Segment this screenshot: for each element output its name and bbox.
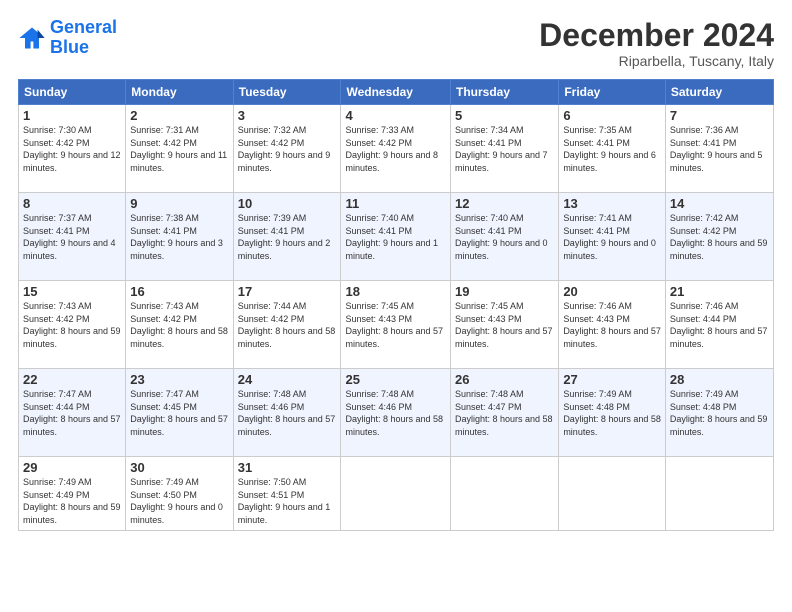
logo-blue: Blue bbox=[50, 37, 89, 57]
day-30: 30 Sunrise: 7:49 AMSunset: 4:50 PMDaylig… bbox=[126, 457, 233, 530]
week-1: 1 Sunrise: 7:30 AMSunset: 4:42 PMDayligh… bbox=[19, 105, 774, 193]
empty-2 bbox=[451, 457, 559, 530]
empty-1 bbox=[341, 457, 451, 530]
day-7: 7 Sunrise: 7:36 AMSunset: 4:41 PMDayligh… bbox=[665, 105, 773, 193]
day-23: 23 Sunrise: 7:47 AMSunset: 4:45 PMDaylig… bbox=[126, 369, 233, 457]
day-10: 10 Sunrise: 7:39 AMSunset: 4:41 PMDaylig… bbox=[233, 193, 341, 281]
page: General Blue December 2024 Riparbella, T… bbox=[0, 0, 792, 612]
col-friday: Friday bbox=[559, 80, 666, 105]
day-17: 17 Sunrise: 7:44 AMSunset: 4:42 PMDaylig… bbox=[233, 281, 341, 369]
month-title: December 2024 bbox=[539, 18, 774, 53]
logo: General Blue bbox=[18, 18, 117, 58]
empty-4 bbox=[665, 457, 773, 530]
week-3: 15 Sunrise: 7:43 AMSunset: 4:42 PMDaylig… bbox=[19, 281, 774, 369]
col-wednesday: Wednesday bbox=[341, 80, 451, 105]
day-2: 2 Sunrise: 7:31 AMSunset: 4:42 PMDayligh… bbox=[126, 105, 233, 193]
day-28: 28 Sunrise: 7:49 AMSunset: 4:48 PMDaylig… bbox=[665, 369, 773, 457]
day-16: 16 Sunrise: 7:43 AMSunset: 4:42 PMDaylig… bbox=[126, 281, 233, 369]
day-29: 29 Sunrise: 7:49 AMSunset: 4:49 PMDaylig… bbox=[19, 457, 126, 530]
calendar: Sunday Monday Tuesday Wednesday Thursday… bbox=[18, 79, 774, 530]
day-22: 22 Sunrise: 7:47 AMSunset: 4:44 PMDaylig… bbox=[19, 369, 126, 457]
day-27: 27 Sunrise: 7:49 AMSunset: 4:48 PMDaylig… bbox=[559, 369, 666, 457]
day-11: 11 Sunrise: 7:40 AMSunset: 4:41 PMDaylig… bbox=[341, 193, 451, 281]
day-3: 3 Sunrise: 7:32 AMSunset: 4:42 PMDayligh… bbox=[233, 105, 341, 193]
header-row: Sunday Monday Tuesday Wednesday Thursday… bbox=[19, 80, 774, 105]
week-2: 8 Sunrise: 7:37 AMSunset: 4:41 PMDayligh… bbox=[19, 193, 774, 281]
day-1: 1 Sunrise: 7:30 AMSunset: 4:42 PMDayligh… bbox=[19, 105, 126, 193]
day-13: 13 Sunrise: 7:41 AMSunset: 4:41 PMDaylig… bbox=[559, 193, 666, 281]
day-9: 9 Sunrise: 7:38 AMSunset: 4:41 PMDayligh… bbox=[126, 193, 233, 281]
day-8: 8 Sunrise: 7:37 AMSunset: 4:41 PMDayligh… bbox=[19, 193, 126, 281]
week-5: 29 Sunrise: 7:49 AMSunset: 4:49 PMDaylig… bbox=[19, 457, 774, 530]
empty-3 bbox=[559, 457, 666, 530]
col-thursday: Thursday bbox=[451, 80, 559, 105]
day-14: 14 Sunrise: 7:42 AMSunset: 4:42 PMDaylig… bbox=[665, 193, 773, 281]
logo-text: General Blue bbox=[50, 18, 117, 58]
day-25: 25 Sunrise: 7:48 AMSunset: 4:46 PMDaylig… bbox=[341, 369, 451, 457]
day-31: 31 Sunrise: 7:50 AMSunset: 4:51 PMDaylig… bbox=[233, 457, 341, 530]
day-4: 4 Sunrise: 7:33 AMSunset: 4:42 PMDayligh… bbox=[341, 105, 451, 193]
day-15: 15 Sunrise: 7:43 AMSunset: 4:42 PMDaylig… bbox=[19, 281, 126, 369]
day-5: 5 Sunrise: 7:34 AMSunset: 4:41 PMDayligh… bbox=[451, 105, 559, 193]
location: Riparbella, Tuscany, Italy bbox=[539, 53, 774, 69]
day-26: 26 Sunrise: 7:48 AMSunset: 4:47 PMDaylig… bbox=[451, 369, 559, 457]
day-20: 20 Sunrise: 7:46 AMSunset: 4:43 PMDaylig… bbox=[559, 281, 666, 369]
col-sunday: Sunday bbox=[19, 80, 126, 105]
day-12: 12 Sunrise: 7:40 AMSunset: 4:41 PMDaylig… bbox=[451, 193, 559, 281]
logo-icon bbox=[18, 24, 46, 52]
day-19: 19 Sunrise: 7:45 AMSunset: 4:43 PMDaylig… bbox=[451, 281, 559, 369]
day-24: 24 Sunrise: 7:48 AMSunset: 4:46 PMDaylig… bbox=[233, 369, 341, 457]
day-21: 21 Sunrise: 7:46 AMSunset: 4:44 PMDaylig… bbox=[665, 281, 773, 369]
header: General Blue December 2024 Riparbella, T… bbox=[18, 18, 774, 69]
week-4: 22 Sunrise: 7:47 AMSunset: 4:44 PMDaylig… bbox=[19, 369, 774, 457]
col-tuesday: Tuesday bbox=[233, 80, 341, 105]
logo-general: General bbox=[50, 17, 117, 37]
col-saturday: Saturday bbox=[665, 80, 773, 105]
col-monday: Monday bbox=[126, 80, 233, 105]
title-block: December 2024 Riparbella, Tuscany, Italy bbox=[539, 18, 774, 69]
day-6: 6 Sunrise: 7:35 AMSunset: 4:41 PMDayligh… bbox=[559, 105, 666, 193]
day-18: 18 Sunrise: 7:45 AMSunset: 4:43 PMDaylig… bbox=[341, 281, 451, 369]
